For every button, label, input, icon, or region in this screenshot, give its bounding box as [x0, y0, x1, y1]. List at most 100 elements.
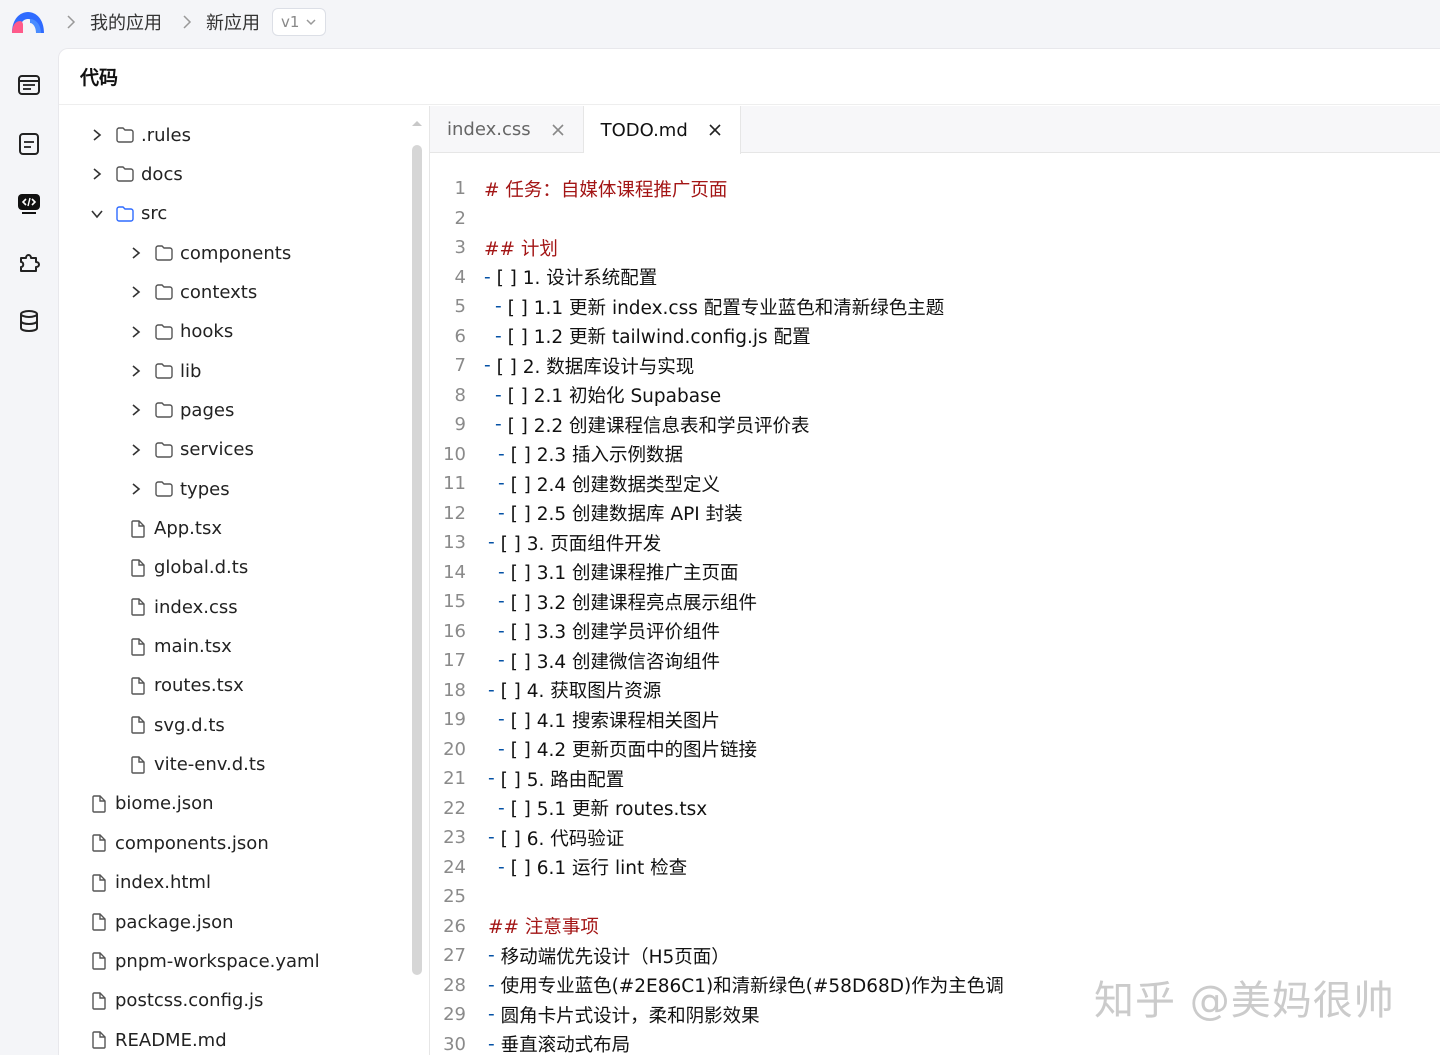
- line-text: 移动端优先设计（H5页面）: [500, 946, 730, 968]
- rail-item-preview[interactable]: [16, 72, 42, 98]
- tree-file[interactable]: components.json: [89, 825, 269, 861]
- tree-item-label: pages: [180, 399, 235, 421]
- tree-file[interactable]: index.css: [128, 589, 238, 625]
- code-line: 23 - [ ] 6. 代码验证: [430, 823, 624, 852]
- tab-todo-md[interactable]: TODO.md: [583, 106, 741, 154]
- file-icon: [92, 1031, 106, 1049]
- rail-item-code[interactable]: [16, 190, 42, 216]
- line-number: 17: [443, 650, 466, 671]
- tree-file[interactable]: postcss.config.js: [89, 983, 263, 1019]
- app-logo-icon[interactable]: [10, 9, 46, 35]
- code-line: 12 - [ ] 2.5 创建数据库 API 封装: [430, 499, 743, 528]
- line-number: 19: [443, 709, 466, 730]
- tree-item-label: vite-env.d.ts: [154, 754, 266, 776]
- tree-folder[interactable]: lib: [128, 353, 201, 389]
- list-dash: -: [498, 502, 511, 524]
- tree-item-label: services: [180, 439, 254, 461]
- tree-folder[interactable]: src: [89, 196, 167, 232]
- line-number: 27: [443, 945, 466, 966]
- chevron-right-icon[interactable]: [89, 166, 105, 182]
- rail-item-docs[interactable]: [16, 131, 42, 157]
- line-text: [ ] 2.3 插入示例数据: [510, 445, 684, 466]
- list-dash: -: [495, 296, 508, 317]
- line-number: 22: [443, 797, 466, 819]
- chevron-right-icon[interactable]: [128, 324, 144, 340]
- file-icon: [92, 873, 106, 892]
- scroll-up-arrow-icon[interactable]: [411, 119, 423, 127]
- tree-item-label: hooks: [180, 321, 234, 343]
- rail-item-plugins[interactable]: [16, 249, 42, 275]
- chevron-right-icon[interactable]: [128, 481, 144, 497]
- folder-icon: [155, 284, 173, 301]
- tree-file[interactable]: routes.tsx: [128, 668, 244, 704]
- chevron-right-icon[interactable]: [128, 442, 144, 458]
- chevron-right-icon[interactable]: [128, 245, 144, 261]
- breadcrumb-new-app[interactable]: 新应用: [206, 9, 260, 35]
- tree-file[interactable]: index.html: [89, 865, 211, 901]
- tree-folder[interactable]: services: [128, 432, 254, 468]
- tree-file[interactable]: pnpm-workspace.yaml: [89, 943, 320, 979]
- tree-item-label: src: [141, 203, 168, 225]
- tree-item-label: postcss.config.js: [115, 990, 264, 1012]
- tab-index-css[interactable]: index.css: [430, 106, 584, 153]
- line-number: 10: [443, 443, 466, 465]
- code-line: 25: [430, 882, 484, 911]
- line-number: 12: [443, 502, 466, 524]
- tab-label: index.css: [447, 119, 531, 140]
- tree-scrollbar-thumb[interactable]: [412, 145, 422, 975]
- file-icon: [92, 991, 106, 1010]
- file-icon: [92, 952, 106, 971]
- close-icon[interactable]: [551, 123, 565, 137]
- tree-file[interactable]: main.tsx: [128, 629, 232, 665]
- chevron-right-icon[interactable]: [89, 127, 105, 143]
- tree-file[interactable]: App.tsx: [128, 511, 222, 547]
- list-dash: -: [488, 945, 501, 966]
- list-dash: -: [488, 1004, 501, 1025]
- tree-folder[interactable]: .rules: [89, 117, 191, 153]
- code-line: 19 - [ ] 4.1 搜索课程相关图片: [430, 705, 720, 734]
- code-line: 11 - [ ] 2.4 创建数据类型定义: [430, 469, 720, 498]
- close-icon[interactable]: [708, 123, 722, 137]
- rail-item-database[interactable]: [16, 308, 42, 334]
- line-text: [ ] 4.2 更新页面中的图片链接: [510, 740, 758, 761]
- code-line: 5 - [ ] 1.1 更新 index.css 配置专业蓝色和清新绿色主题: [430, 292, 945, 321]
- chevron-right-icon[interactable]: [128, 363, 144, 379]
- list-dash: -: [498, 709, 511, 730]
- code-line: 22 - [ ] 5.1 更新 routes.tsx: [430, 794, 707, 823]
- chevron-right-icon[interactable]: [128, 284, 144, 300]
- folder-icon: [155, 402, 173, 419]
- tree-folder[interactable]: pages: [128, 392, 234, 428]
- tree-file[interactable]: svg.d.ts: [128, 707, 225, 743]
- line-number: 13: [443, 532, 466, 553]
- puzzle-icon: [20, 254, 40, 272]
- list-dash: -: [498, 797, 511, 819]
- line-number: 2: [454, 207, 466, 229]
- tree-file[interactable]: README.md: [89, 1022, 227, 1055]
- tree-file[interactable]: vite-env.d.ts: [128, 747, 265, 783]
- chevron-right-icon[interactable]: [128, 402, 144, 418]
- tree-file[interactable]: package.json: [89, 904, 234, 940]
- tab-label: TODO.md: [600, 119, 688, 141]
- code-line: 28- 使用专业蓝色(#2E86C1)和清新绿色(#58D68D)作为主色调: [430, 971, 1004, 1000]
- tree-file[interactable]: global.d.ts: [128, 550, 248, 586]
- tree-file[interactable]: biome.json: [89, 786, 214, 822]
- chevron-down-icon[interactable]: [89, 206, 105, 222]
- file-icon: [131, 716, 145, 734]
- markdown-heading: # 任务：自媒体课程推广页面: [484, 179, 728, 201]
- tree-folder[interactable]: contexts: [128, 274, 257, 310]
- line-text: [ ] 5.1 更新 routes.tsx: [510, 799, 708, 820]
- tree-folder[interactable]: hooks: [128, 314, 233, 350]
- tree-folder[interactable]: types: [128, 471, 230, 507]
- tree-folder[interactable]: docs: [89, 156, 183, 192]
- breadcrumb-my-apps[interactable]: 我的应用: [90, 9, 162, 35]
- version-select[interactable]: v1: [272, 8, 327, 36]
- list-dash: -: [484, 266, 497, 288]
- tree-folder[interactable]: components: [128, 235, 291, 271]
